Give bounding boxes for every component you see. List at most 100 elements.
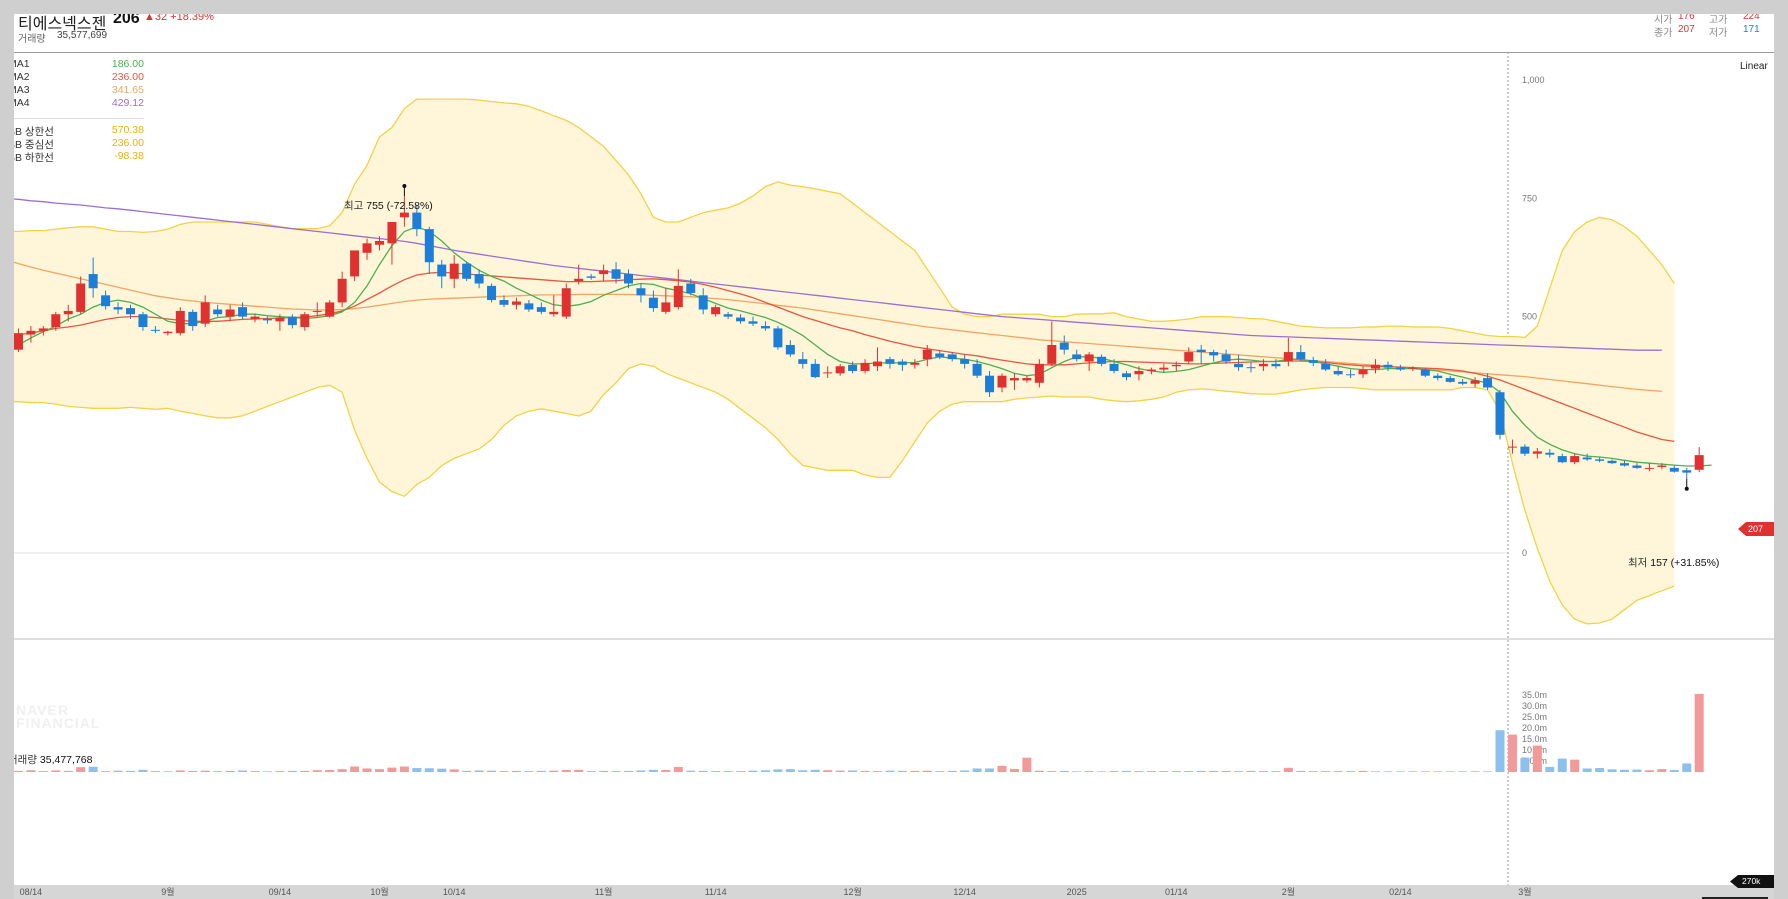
legend-ma2[interactable]: MA2 236.00: [14, 71, 144, 84]
ma3-value: 341.65: [111, 84, 144, 96]
legend-ma4[interactable]: MA4 429.12: [14, 97, 144, 110]
candle-body: [1246, 367, 1256, 369]
volume-bar: [1595, 768, 1605, 772]
candle-body: [972, 363, 982, 376]
volume-bar: [1346, 771, 1356, 772]
volume-bar: [561, 770, 571, 772]
volume-bar: [300, 770, 310, 772]
volume-bar: [1122, 770, 1131, 772]
x-axis-tick: 02/14: [1389, 887, 1412, 897]
volume-bar: [1395, 771, 1405, 772]
volume-bar: [773, 769, 783, 772]
candle-body: [1408, 367, 1418, 369]
candle-body: [1271, 363, 1281, 367]
watermark-line-2: FINANCIAL: [16, 715, 101, 731]
x-axis-tick: 2월: [1282, 886, 1295, 897]
candle-body: [375, 240, 384, 245]
volume-bar: [1644, 770, 1654, 772]
chart-canvas: 1,000750500250035.0m30.0m25.0m20.0m15.0m…: [14, 52, 1774, 899]
candle-body: [175, 310, 185, 334]
volume-bar: [1196, 770, 1206, 772]
candle-body: [1209, 352, 1219, 356]
legend-bb-middle[interactable]: BB 중심선 236.00: [14, 137, 144, 151]
volume-bar: [624, 770, 633, 772]
candle-body: [1321, 363, 1331, 370]
candle-body: [437, 264, 447, 277]
volume-bar: [611, 771, 621, 772]
candle-body: [1097, 356, 1107, 364]
volume-bar: [1358, 770, 1368, 772]
volume-bar: [711, 771, 721, 772]
volume-bar: [449, 769, 459, 772]
candle-body: [138, 314, 148, 328]
volume-axis-tick: 15.0m: [1522, 734, 1547, 744]
legend-ma1[interactable]: MA1 186.00: [14, 58, 144, 71]
volume-bar: [574, 769, 584, 772]
candle-body: [325, 302, 335, 317]
volume-bar: [487, 770, 497, 772]
volume-bar: [1321, 771, 1331, 772]
current-volume-tag: 270k: [1730, 875, 1774, 888]
candle: [462, 262, 472, 282]
volume-bar: [375, 769, 384, 772]
candle-body: [76, 283, 86, 312]
candle-body: [723, 314, 733, 317]
candle-body: [26, 330, 36, 335]
low-label: 저가: [1709, 28, 1728, 39]
volume-bar: [188, 770, 198, 772]
volume-bar: [63, 770, 73, 772]
volume-panel-title: 거래량 35,477,768: [14, 752, 92, 767]
ma4-value: 429.12: [111, 97, 144, 109]
scale-type-select[interactable]: Linear ⌄: [1740, 61, 1774, 72]
volume-bar: [1495, 730, 1505, 772]
candle-body: [275, 317, 285, 322]
candle-body: [200, 302, 210, 324]
candle-body: [511, 301, 521, 305]
volume-bar: [873, 771, 882, 772]
legend-bb-upper[interactable]: BB 상한선 570.38: [14, 124, 144, 138]
x-axis-tick: 01/14: [1165, 887, 1188, 897]
header-volume-value: 35,577,699: [57, 30, 108, 41]
chevron-down-icon: ⌄: [1772, 61, 1774, 71]
price-axis-tick: 500: [1522, 312, 1537, 322]
candle-body: [1607, 460, 1617, 464]
candle-body: [1084, 354, 1094, 362]
candle-body: [238, 307, 248, 317]
volume-bar: [549, 770, 559, 772]
volume-bar: [910, 770, 920, 772]
volume-bar: [312, 770, 322, 772]
x-axis-tick: 11/14: [705, 887, 727, 897]
candle-body: [624, 274, 633, 284]
volume-bar: [1221, 770, 1231, 772]
volume-bar: [213, 771, 223, 772]
volume-axis-tick: 20.0m: [1522, 723, 1547, 733]
candle-body: [1495, 392, 1505, 435]
candle-body: [1184, 352, 1194, 362]
volume-bar: [848, 770, 858, 772]
x-axis-tick: 12/14: [953, 887, 976, 897]
volume-bar: [1159, 771, 1169, 772]
volume-bar: [1383, 771, 1393, 772]
volume-bar: [1483, 771, 1493, 772]
candle-body: [399, 212, 409, 218]
volume-bar: [38, 771, 48, 772]
candle-body: [1346, 374, 1356, 376]
candle-body: [1657, 465, 1667, 467]
legend-bb-lower[interactable]: BB 하한선 -98.38: [14, 150, 144, 164]
candle-body: [536, 307, 546, 312]
x-axis-tick: 3월: [1518, 886, 1531, 897]
close-label: 종가: [1654, 28, 1673, 39]
legend-ma3[interactable]: MA3 341.65: [14, 84, 144, 97]
candle-body: [524, 303, 534, 310]
volume-bar: [1034, 770, 1044, 772]
volume-bar: [1694, 693, 1704, 772]
candle: [325, 300, 335, 318]
volume-bar: [1371, 771, 1380, 772]
volume-bar: [1420, 771, 1430, 772]
candle-body: [1445, 378, 1455, 382]
candle-body: [113, 307, 123, 310]
candle: [561, 283, 571, 319]
candle-body: [661, 302, 671, 312]
volume-bar: [1246, 770, 1256, 772]
volume-bar: [250, 771, 260, 772]
